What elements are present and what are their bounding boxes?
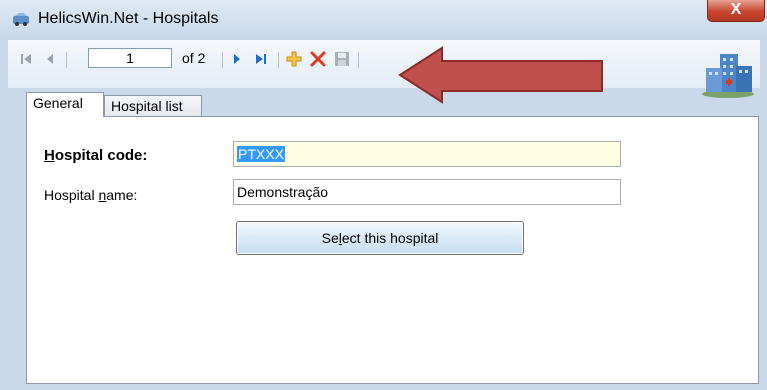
- navigation-toolbar: of 2: [8, 40, 760, 88]
- add-new-icon[interactable]: [286, 51, 302, 67]
- tab-general[interactable]: General: [26, 92, 104, 117]
- app-window: HelicsWin.Net - Hospitals X of 2: [0, 0, 767, 390]
- next-record-icon[interactable]: [229, 51, 245, 67]
- accelerator-key: H: [44, 147, 55, 164]
- close-button[interactable]: X: [707, 0, 765, 22]
- hospital-code-label: Hospital code:: [44, 147, 147, 164]
- app-icon: [13, 13, 29, 26]
- hospital-name-field[interactable]: Demonstração: [233, 179, 621, 205]
- toolbar-separator: [222, 52, 223, 68]
- title-bar[interactable]: HelicsWin.Net - Hospitals X: [0, 0, 767, 40]
- tab-hospital-list[interactable]: Hospital list: [104, 95, 202, 117]
- toolbar-separator: [358, 52, 359, 68]
- delete-icon[interactable]: [310, 51, 326, 67]
- toolbar-separator: [66, 52, 67, 68]
- selected-text: PTXXX: [237, 146, 285, 162]
- hospital-name-label: Hospital name:: [44, 187, 137, 203]
- previous-record-icon[interactable]: [42, 51, 58, 67]
- close-icon: X: [730, 1, 742, 18]
- hospital-code-field[interactable]: PTXXX: [233, 141, 621, 167]
- annotation-arrow: [398, 46, 603, 104]
- last-record-icon[interactable]: [253, 51, 269, 67]
- field-value: Demonstração: [237, 184, 329, 200]
- select-hospital-button[interactable]: Select this hospital: [236, 221, 524, 255]
- button-label-part: ect this hospital: [341, 230, 439, 246]
- record-count: of 2: [182, 50, 206, 66]
- general-tab-panel: Hospital code: PTXXX Hospital name: Demo…: [26, 116, 759, 384]
- toolbar-separator: [278, 52, 279, 68]
- first-record-icon[interactable]: [18, 51, 34, 67]
- hospital-building-icon: [702, 54, 754, 98]
- label-part: ospital code:: [54, 147, 148, 164]
- label-part: ame:: [106, 187, 138, 203]
- save-icon[interactable]: [334, 51, 350, 67]
- label-part: Hospital: [44, 187, 99, 203]
- button-label-part: Se: [321, 230, 339, 246]
- record-position-input[interactable]: [88, 48, 172, 68]
- window-title: HelicsWin.Net - Hospitals: [38, 10, 219, 27]
